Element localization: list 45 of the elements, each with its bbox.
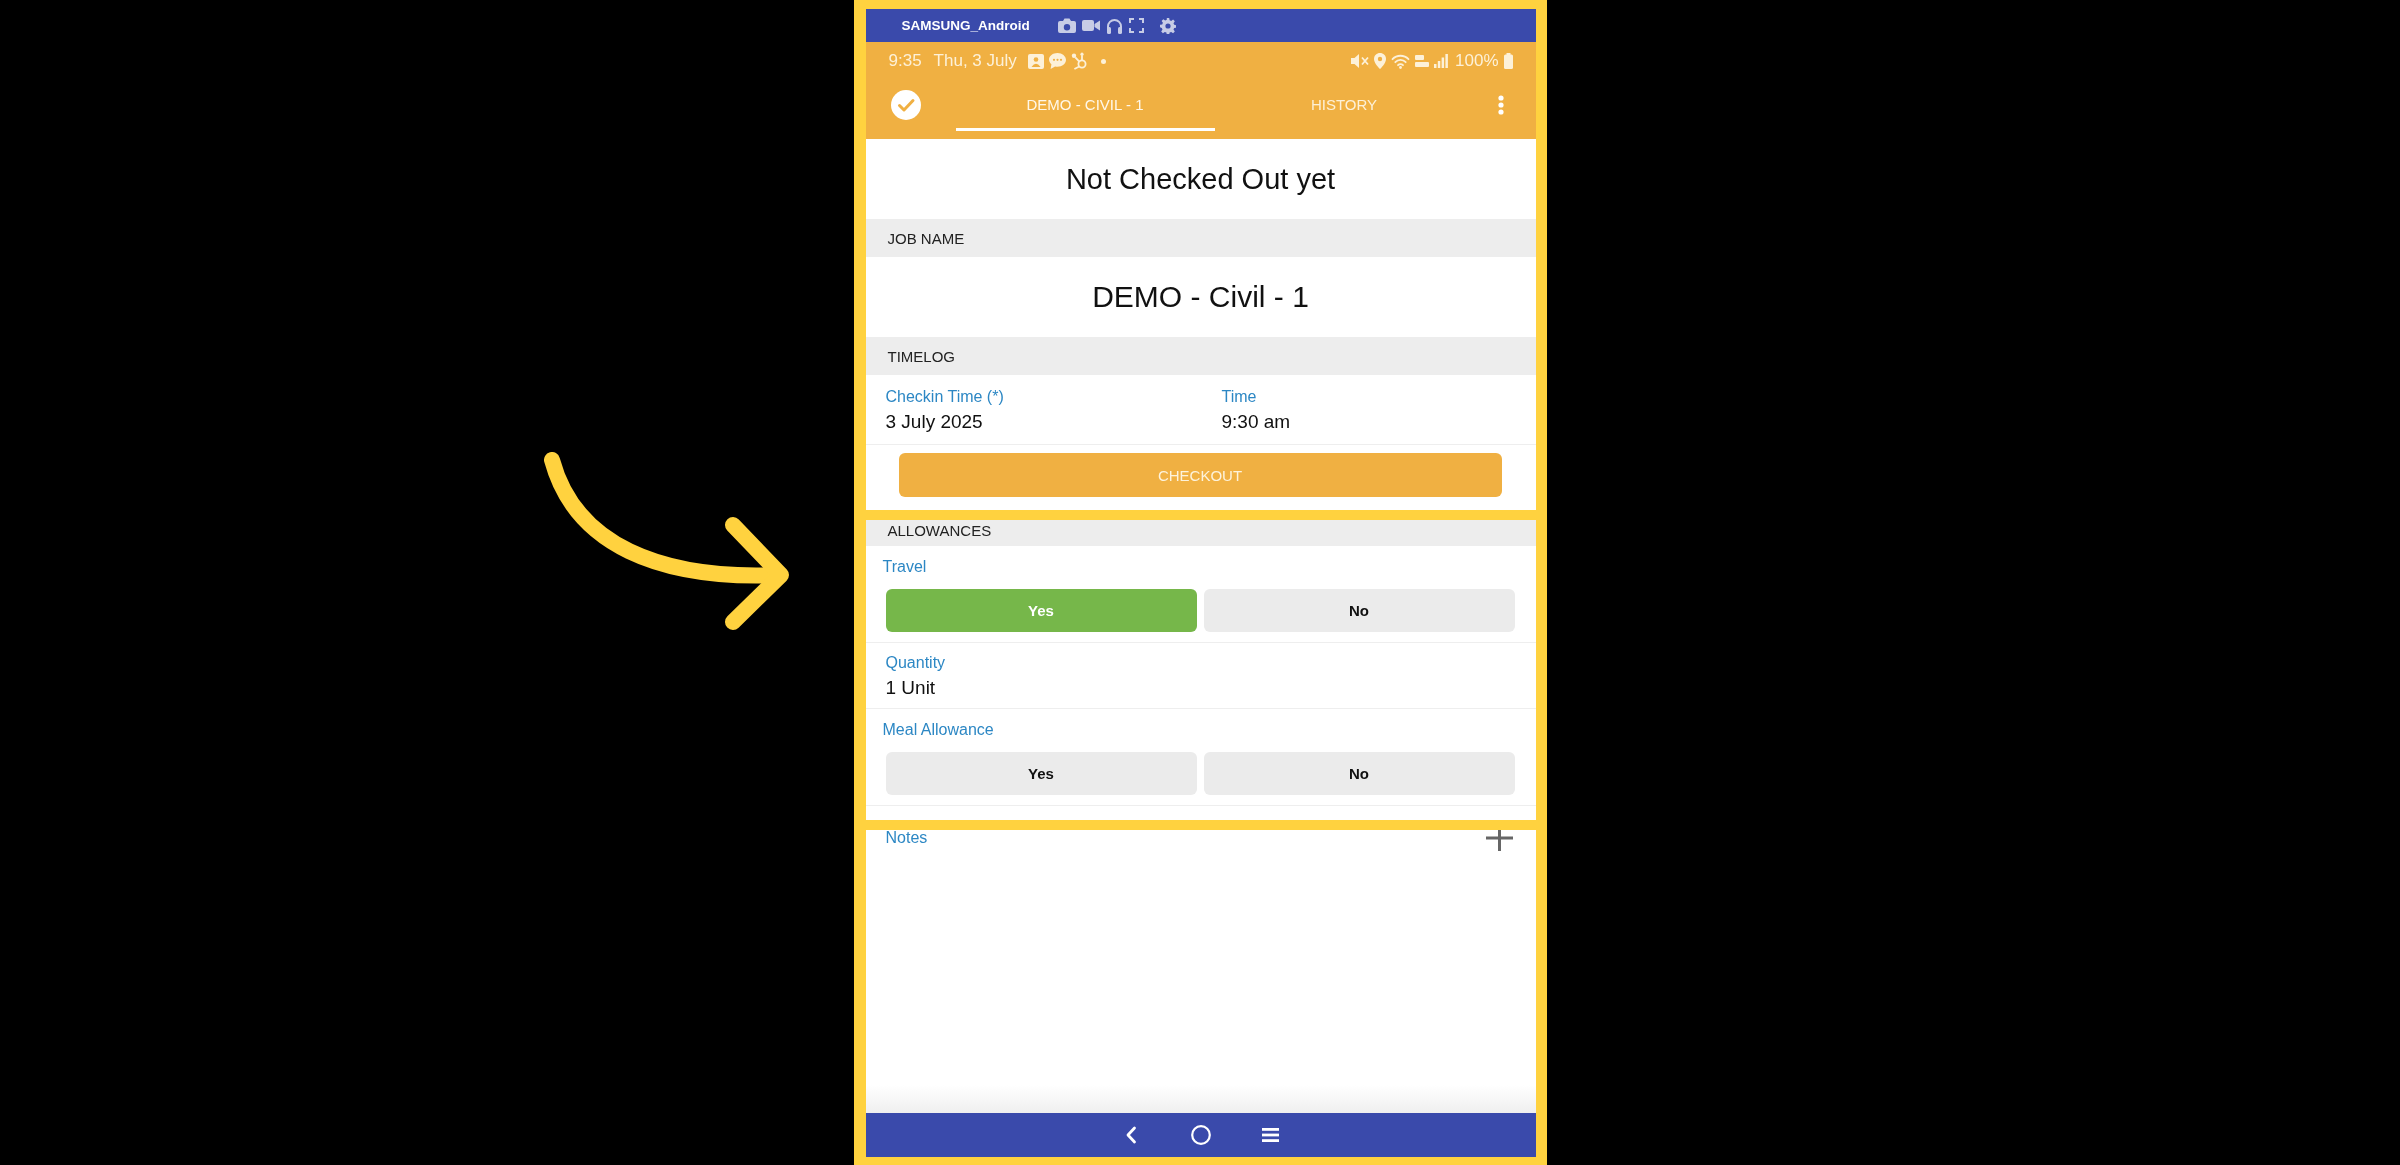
mute-icon [1351,53,1369,69]
chat-icon [1048,53,1066,69]
choice-button[interactable]: Yes [885,752,1197,795]
field-label: Quantity [885,653,947,673]
choice-button[interactable]: No [1203,589,1515,632]
location-icon [1374,53,1386,69]
choice-button[interactable]: Yes [885,589,1197,632]
camera-icon [1057,18,1076,33]
checkout-button[interactable]: CHECKOUT [898,453,1502,497]
tab[interactable]: DEMO - CIVIL - 1 [955,80,1215,131]
battery-icon [1503,53,1513,69]
field-label: Notes [885,830,928,846]
home-icon[interactable] [1190,1125,1211,1145]
field-label: Meal Allowance [881,720,995,740]
choice-button[interactable]: No [1203,752,1515,795]
status-title: Not Checked Out yet [1064,161,1337,197]
gear-icon [1159,17,1176,34]
field-value: 1 Unit [885,676,937,700]
network-type-icon [1415,54,1429,68]
video-icon [1081,19,1100,32]
status-time: 9:35 [888,51,922,71]
section-header: JOB NAME [865,219,1536,257]
field-label: Time [1221,387,1258,407]
add-icon[interactable] [1485,830,1513,851]
job-name: DEMO - Civil - 1 [1091,279,1310,315]
nodes-icon [1070,52,1088,70]
fullscreen-icon [1128,18,1144,33]
field-value: 9:30 am [1221,410,1292,434]
field-label: Checkin Time (*) [885,387,1005,407]
menu-icon[interactable] [1262,1128,1279,1142]
status-date: Thu, 3 July [933,51,1017,71]
dot-icon [1100,58,1106,64]
field-value: 3 July 2025 [885,410,984,434]
image-icon [1027,53,1044,69]
battery-level: 100% [1455,51,1499,71]
check-circle-icon[interactable] [890,90,921,120]
back-icon[interactable] [1124,1126,1137,1144]
wifi-icon [1391,53,1410,69]
field-label: Travel [881,557,928,577]
section-header: ALLOWANCES [865,520,1536,546]
section-header: TIMELOG [865,337,1536,375]
signal-icon [1434,54,1448,68]
headphones-icon [1105,17,1123,34]
tab[interactable]: HISTORY [1214,80,1474,131]
device-name: SAMSUNG_Android [901,18,1030,33]
